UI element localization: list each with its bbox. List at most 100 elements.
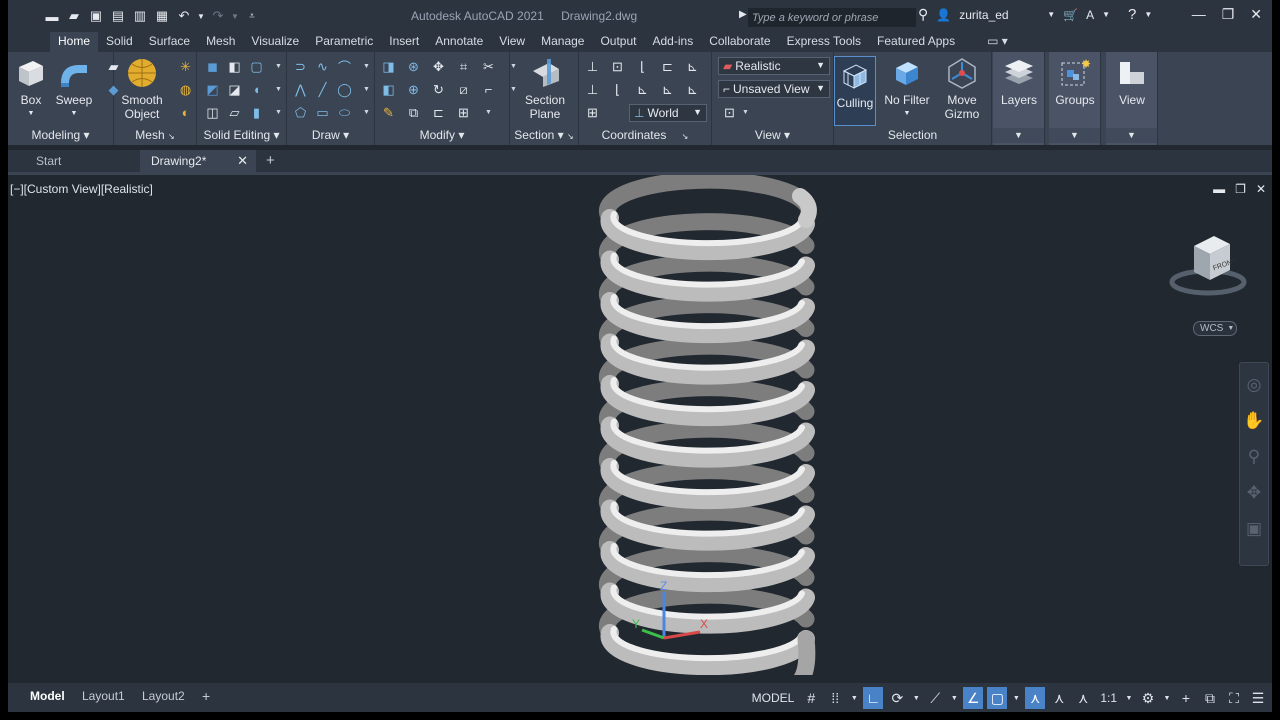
line-icon[interactable]: ╱	[313, 81, 332, 98]
open-icon[interactable]: ▰	[64, 6, 84, 26]
layout-tab-model[interactable]: Model	[22, 686, 73, 706]
ellipse-dropdown-icon[interactable]: ▼	[357, 104, 376, 121]
ucs-world-icon[interactable]: ⊥	[583, 81, 602, 98]
no-filter-button[interactable]: No Filter ▼	[884, 56, 930, 121]
model-space-toggle[interactable]: MODEL	[749, 687, 798, 709]
copy-icon[interactable]: ⧉	[404, 104, 423, 121]
tab-manage[interactable]: Manage	[533, 32, 592, 52]
search-icon[interactable]: ⚲	[918, 6, 928, 23]
annotation-scale-icon[interactable]: ⋏	[1073, 687, 1093, 709]
rotate-icon[interactable]: ↻	[429, 81, 448, 98]
auto-scale-icon[interactable]: ⋏	[1049, 687, 1069, 709]
fillet-dropdown-icon[interactable]: ▼	[269, 81, 288, 98]
fillet-icon[interactable]: ⌐	[479, 81, 498, 98]
autodesk-a360-icon[interactable]: A	[1086, 8, 1094, 22]
ribbon-minimize-icon[interactable]: ▭ ▾	[979, 32, 1016, 52]
annotation-visibility-icon[interactable]: ⋏	[1025, 687, 1046, 709]
orbit-icon[interactable]: ✥	[1247, 483, 1261, 503]
layers-button[interactable]: Layers	[999, 56, 1039, 107]
extract-dropdown-icon[interactable]: ▼	[269, 58, 288, 75]
user-icon[interactable]: 👤	[936, 8, 951, 22]
tab-output[interactable]: Output	[592, 32, 644, 52]
viewport-restore-icon[interactable]: ❐	[1235, 182, 1246, 196]
separate-dropdown-icon[interactable]: ▼	[269, 104, 288, 121]
ucs-previous-icon[interactable]: ⌊	[608, 81, 627, 98]
panel-title-modeling[interactable]: Modeling ▾	[8, 128, 113, 143]
polar-icon[interactable]: ⟳	[887, 687, 907, 709]
ucs-origin-icon[interactable]: ⌊	[633, 58, 652, 75]
viewport-minimize-icon[interactable]: ▬	[1213, 182, 1225, 196]
grid-icon[interactable]: #	[801, 687, 821, 709]
isodraft-icon[interactable]: ⟋	[925, 687, 945, 709]
osnap-dropdown-icon[interactable]: ▼	[1011, 687, 1021, 709]
move-icon[interactable]: ✥	[429, 58, 448, 75]
tab-drawing2[interactable]: Drawing2* ✕	[140, 150, 256, 172]
save-icon[interactable]: ▣	[86, 6, 106, 26]
user-dropdown-icon[interactable]: ▼	[1047, 10, 1055, 19]
extract-edges-icon[interactable]: ▢	[247, 58, 266, 75]
cart-icon[interactable]: 🛒	[1063, 8, 1078, 22]
add-crosshair-icon[interactable]: +	[1176, 687, 1196, 709]
align-icon[interactable]: ◧	[379, 81, 398, 98]
thicken-icon[interactable]: ▱	[225, 104, 244, 121]
panel-view-big[interactable]: View ▼	[1106, 52, 1158, 145]
ucs-dropdown[interactable]: ⊥ World ▼	[629, 104, 707, 122]
erase-icon[interactable]: ✎	[379, 104, 398, 121]
annotation-scale-value[interactable]: 1:1	[1097, 687, 1120, 709]
visual-style-dropdown[interactable]: ▰ Realistic ▼	[718, 57, 830, 75]
customize-menu-icon[interactable]: ☰	[1248, 687, 1268, 709]
redo-dropdown-icon[interactable]: ▼	[230, 6, 240, 26]
ucs-zaxis-icon[interactable]: ⊏	[658, 58, 677, 75]
search-input[interactable]: Type a keyword or phrase	[748, 8, 916, 27]
save-as-icon[interactable]: ▤	[108, 6, 128, 26]
workspace-gear-icon[interactable]: ⚙	[1138, 687, 1158, 709]
minimize-icon[interactable]: —	[1192, 6, 1206, 23]
panel-title-draw[interactable]: Draw ▾	[287, 128, 374, 143]
tab-surface[interactable]: Surface	[141, 32, 198, 52]
groups-button[interactable]: ✸ Groups	[1053, 56, 1097, 107]
panel-layers[interactable]: Layers ▼	[993, 52, 1045, 145]
smooth-object-button[interactable]: Smooth Object	[121, 56, 163, 121]
help-icon[interactable]: ?	[1128, 6, 1136, 23]
tab-collaborate[interactable]: Collaborate	[701, 32, 778, 52]
stretch-icon[interactable]: ⧄	[454, 81, 473, 98]
wcs-menu[interactable]: WCS ▼	[1193, 321, 1237, 336]
print-icon[interactable]: ▦	[152, 6, 172, 26]
viewport-close-icon[interactable]: ✕	[1256, 182, 1266, 196]
panel-groups[interactable]: ✸ Groups ▼	[1049, 52, 1101, 145]
named-view-dropdown[interactable]: ⌐ Unsaved View ▼	[718, 80, 830, 98]
intersect-icon[interactable]: ◩	[203, 81, 222, 98]
ucs-object-icon[interactable]: ⊞	[583, 104, 602, 121]
fillet-edge-icon[interactable]: ◖	[247, 81, 266, 98]
ucs-view-icon[interactable]: ⊡	[608, 58, 627, 75]
a360-dropdown-icon[interactable]: ▼	[1102, 10, 1110, 19]
publish-icon[interactable]: ▥	[130, 6, 150, 26]
restore-icon[interactable]: ❐	[1222, 6, 1235, 23]
orbit-gizmo-icon[interactable]: ⊛	[404, 58, 423, 75]
subtract-icon[interactable]: ◧	[225, 58, 244, 75]
workspace-dropdown-icon[interactable]: ▼	[1162, 687, 1172, 709]
view-expand-icon[interactable]: ▼	[1106, 128, 1157, 143]
add-layout-icon[interactable]: +	[194, 686, 218, 706]
new-tab-icon[interactable]: +	[266, 150, 275, 172]
array-dropdown-icon[interactable]: ▼	[479, 104, 498, 121]
isodraft-dropdown-icon[interactable]: ▼	[949, 687, 959, 709]
tab-annotate[interactable]: Annotate	[427, 32, 491, 52]
rectangle-icon[interactable]: ▭	[313, 104, 332, 121]
tab-visualize[interactable]: Visualize	[243, 32, 307, 52]
zoom-icon[interactable]: ⚲	[1248, 447, 1260, 467]
rotate3d-icon[interactable]: ⊕	[404, 81, 423, 98]
customize-icon[interactable]: ⩡	[242, 6, 262, 26]
ucs-3point-icon[interactable]: ⊾	[683, 58, 702, 75]
ucs-x-icon[interactable]: ⊾	[633, 81, 652, 98]
redo-icon[interactable]: ↷	[208, 6, 228, 26]
panel-title-selection[interactable]: Selection	[834, 128, 991, 143]
separate-icon[interactable]: ▮	[247, 104, 266, 121]
isolate-objects-icon[interactable]: ⧉	[1200, 687, 1220, 709]
mirror-icon[interactable]: ◨	[379, 58, 398, 75]
tab-parametric[interactable]: Parametric	[307, 32, 381, 52]
sweep-button[interactable]: Sweep ▼	[54, 56, 94, 121]
arc-dropdown-icon[interactable]: ▼	[357, 58, 376, 75]
undo-dropdown-icon[interactable]: ▼	[196, 6, 206, 26]
ortho-icon[interactable]: ∟	[863, 687, 884, 709]
